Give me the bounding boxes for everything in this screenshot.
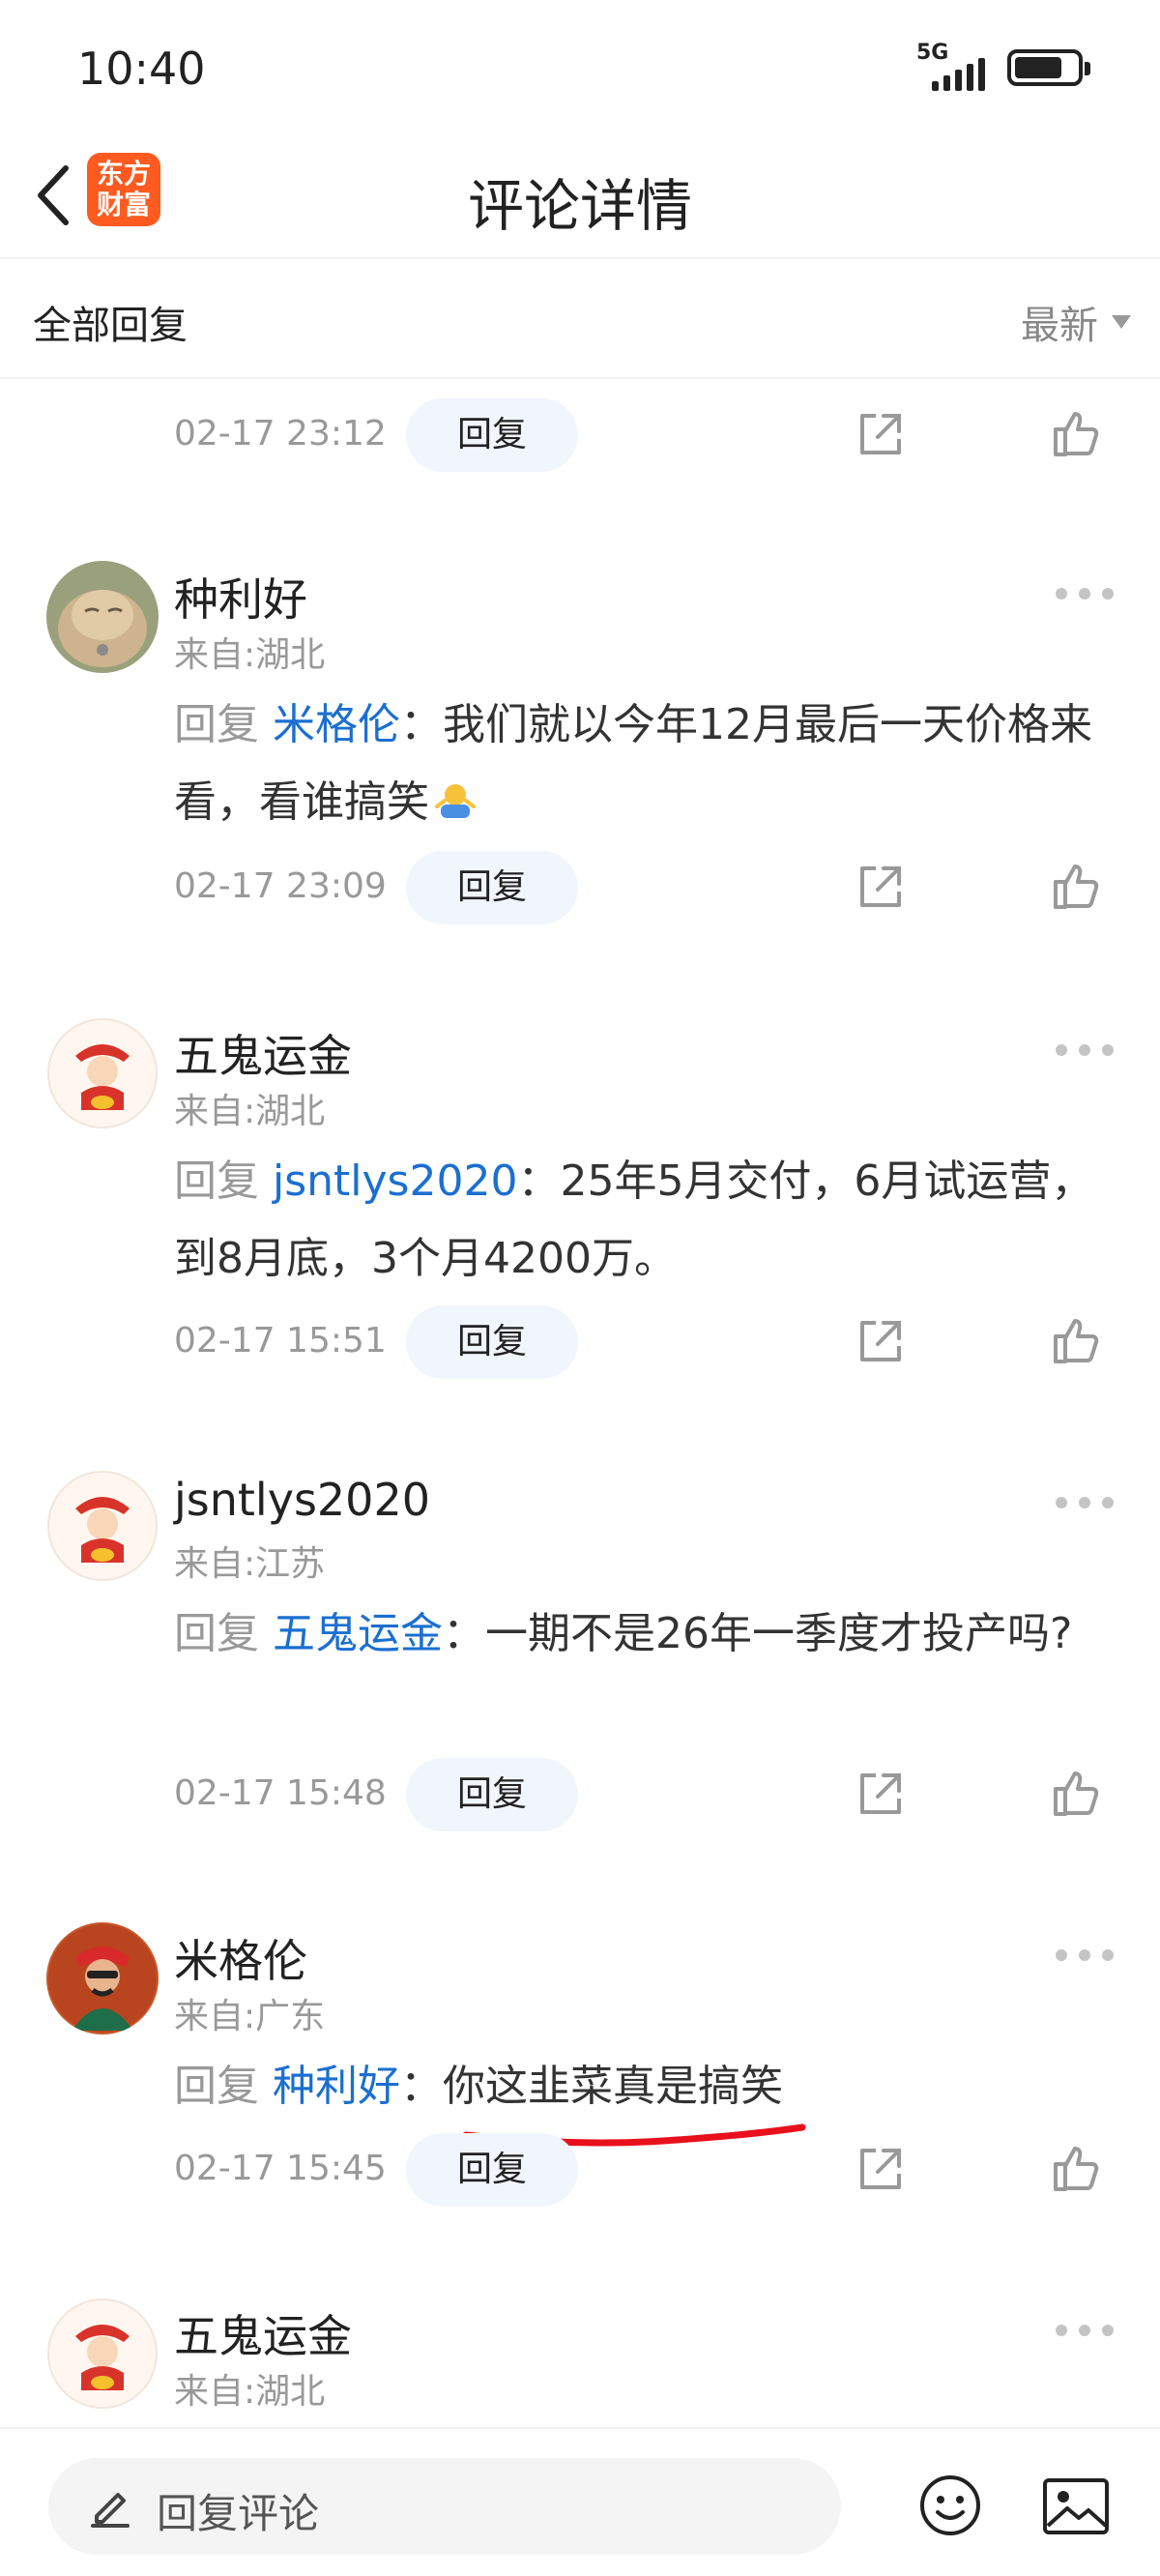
signal-icon: 5G	[916, 41, 986, 91]
reply-button[interactable]: 回复	[406, 851, 578, 924]
image-icon[interactable]	[1042, 2477, 1110, 2535]
sort-dropdown[interactable]: 最新	[1021, 294, 1131, 350]
thumbs-up-icon[interactable]	[1050, 1313, 1104, 1367]
reply-input-placeholder: 回复评论	[157, 2490, 320, 2537]
comment-text: 回复 种利好：你这韭菜真是搞笑	[174, 2048, 1102, 2125]
sort-label: 最新	[1021, 304, 1098, 348]
reply-input[interactable]: 回复评论	[48, 2458, 841, 2555]
user-name[interactable]: jsntlys2020	[174, 1474, 430, 1526]
page-header: 东方 财富 评论详情	[0, 135, 1160, 259]
more-options-icon[interactable]	[1056, 1946, 1114, 1965]
avatar[interactable]	[46, 2298, 159, 2410]
mention-link[interactable]: 五鬼运金	[273, 1609, 443, 1658]
battery-icon	[1007, 49, 1090, 86]
caret-down-icon	[1112, 315, 1131, 329]
share-icon[interactable]	[855, 2143, 907, 2195]
comment-meta: 02-17 15:45 回复	[0, 2133, 1160, 2207]
share-icon[interactable]	[855, 408, 907, 460]
comment-date: 02-17 15:51	[174, 1321, 387, 1361]
mention-link[interactable]: 种利好	[273, 2062, 400, 2111]
more-options-icon[interactable]	[1056, 1040, 1114, 1060]
reply-prefix: 回复	[174, 1156, 273, 1206]
thumbs-up-icon[interactable]	[1050, 2141, 1104, 2195]
separator: ：	[400, 2062, 443, 2111]
reply-button[interactable]: 回复	[406, 2133, 578, 2207]
share-icon[interactable]	[855, 1315, 907, 1367]
comment-date: 02-17 23:09	[174, 866, 387, 906]
mention-link[interactable]: jsntlys2020	[273, 1156, 517, 1206]
status-bar: 10:40 5G	[0, 0, 1160, 135]
all-replies-label: 全部回复	[33, 304, 188, 348]
avatar[interactable]	[46, 1470, 159, 1582]
comment-date: 02-17 23:12	[174, 414, 387, 454]
reply-button[interactable]: 回复	[406, 398, 578, 472]
avatar[interactable]	[46, 561, 159, 673]
thumbs-up-icon[interactable]	[1050, 406, 1104, 460]
reply-prefix: 回复	[174, 2062, 273, 2111]
comment-content: 一期不是26年一季度才投产吗?	[485, 1609, 1073, 1658]
comment-meta: 02-17 15:48 回复	[0, 1758, 1160, 1831]
share-icon[interactable]	[855, 861, 907, 913]
user-name[interactable]: 五鬼运金	[174, 1021, 352, 1085]
status-icons: 5G	[916, 41, 1090, 91]
user-location: 来自:湖北	[174, 1092, 326, 1131]
separator: ：	[517, 1156, 561, 1206]
more-options-icon[interactable]	[1056, 1493, 1114, 1512]
more-options-icon[interactable]	[1056, 2321, 1114, 2340]
user-name[interactable]: 种利好	[174, 565, 307, 629]
status-time: 10:40	[77, 43, 206, 95]
avatar[interactable]	[46, 1922, 159, 2034]
user-location: 来自:广东	[174, 1997, 326, 2036]
user-location: 来自:湖北	[174, 635, 326, 675]
reply-button[interactable]: 回复	[406, 1305, 578, 1379]
reply-prefix: 回复	[174, 700, 273, 749]
user-name[interactable]: 米格伦	[174, 1926, 307, 1990]
mention-link[interactable]: 米格伦	[273, 700, 400, 749]
bottom-bar: 回复评论	[0, 2427, 1160, 2576]
user-location: 来自:湖北	[174, 2372, 326, 2412]
filter-bar: 全部回复 最新	[0, 259, 1160, 379]
comment-text: 回复 五鬼运金：一期不是26年一季度才投产吗?	[174, 1595, 1102, 1673]
avatar[interactable]	[46, 1017, 159, 1129]
more-options-icon[interactable]	[1056, 584, 1114, 603]
reply-button[interactable]: 回复	[406, 1758, 578, 1831]
comment-meta: 02-17 23:12 回复	[0, 398, 1160, 472]
comment-meta: 02-17 15:51 回复	[0, 1305, 1160, 1379]
separator: ：	[400, 700, 443, 749]
separator: ：	[443, 1609, 485, 1658]
thumbs-up-icon[interactable]	[1050, 859, 1104, 913]
comment-date: 02-17 15:45	[174, 2149, 387, 2188]
comment-content: 你这韭菜真是搞笑	[443, 2062, 783, 2111]
share-icon[interactable]	[855, 1768, 907, 1820]
comment-text: 回复 jsntlys2020：25年5月交付，6月试运营，到8月底，3个月420…	[174, 1143, 1102, 1298]
shrug-emoji-icon	[435, 784, 476, 818]
user-location: 来自:江苏	[174, 1544, 326, 1584]
comment-text: 回复 米格伦：我们就以今年12月最后一天价格来看，看谁搞笑	[174, 687, 1102, 841]
pen-icon	[91, 2493, 130, 2528]
comment-date: 02-17 15:48	[174, 1773, 387, 1813]
page-title: 评论详情	[467, 173, 692, 239]
comment-meta: 02-17 23:09 回复	[0, 851, 1160, 924]
reply-prefix: 回复	[174, 1609, 273, 1658]
thumbs-up-icon[interactable]	[1050, 1766, 1104, 1820]
emoji-icon[interactable]	[918, 2474, 982, 2537]
user-name[interactable]: 五鬼运金	[174, 2301, 352, 2365]
